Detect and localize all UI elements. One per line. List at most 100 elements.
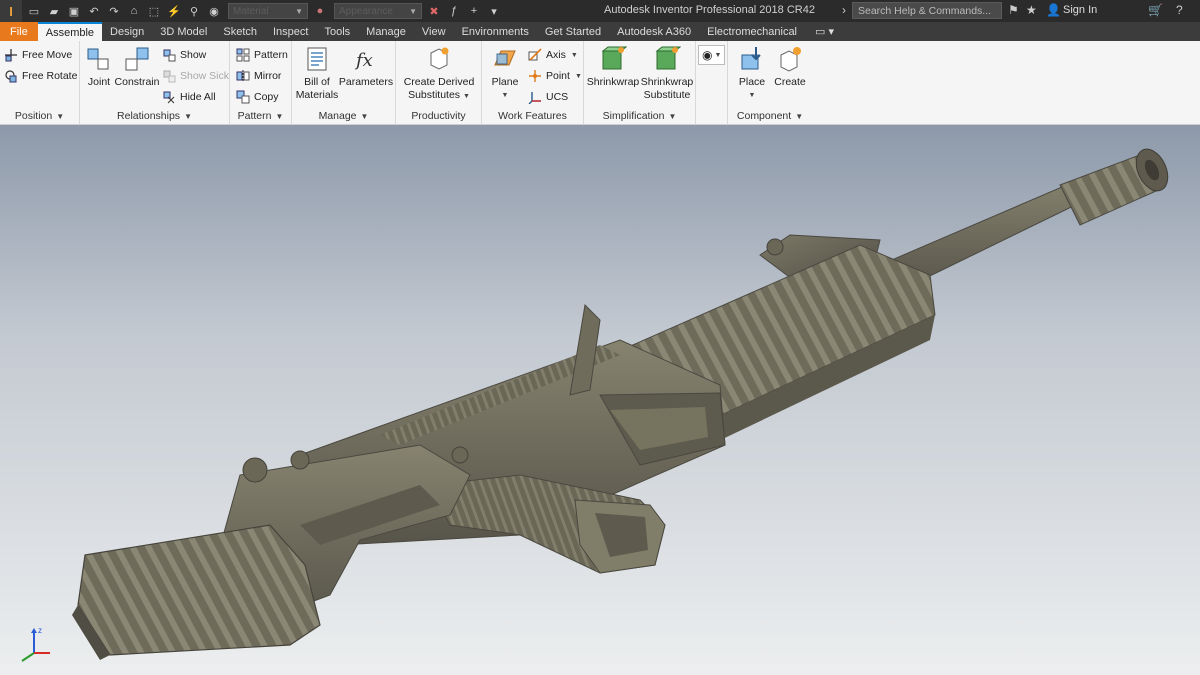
mirror-button[interactable]: Mirror bbox=[236, 66, 281, 86]
rifle-assembly-model[interactable] bbox=[0, 125, 1200, 675]
show-icon bbox=[163, 49, 176, 62]
panel-relationships: Joint Constrain Show Show Sick Hide All … bbox=[80, 41, 230, 125]
panel-title-position-text: Position bbox=[14, 110, 53, 122]
mirror-label: Mirror bbox=[254, 70, 282, 82]
bill-of-materials-icon bbox=[307, 47, 327, 71]
show-button[interactable]: Show bbox=[162, 45, 206, 65]
favorites-star-icon[interactable]: ★ bbox=[1026, 3, 1037, 17]
sws-label-line1: Shrinkwrap bbox=[640, 76, 694, 88]
chevron-down-icon: ▼ bbox=[360, 112, 369, 121]
free-rotate-button[interactable]: Free Rotate bbox=[4, 66, 77, 86]
axis-button[interactable]: Axis ▼ bbox=[528, 45, 578, 65]
bill-of-materials-button[interactable]: Bill of Materials bbox=[295, 45, 339, 102]
plus-icon[interactable]: + bbox=[466, 3, 482, 19]
panel-position: Free Move Free Rotate Position ▼ bbox=[0, 41, 80, 125]
constrain-button[interactable]: Constrain bbox=[114, 45, 160, 89]
panel-title-component[interactable]: Component ▼ bbox=[728, 110, 812, 124]
tab-get-started[interactable]: Get Started bbox=[537, 22, 609, 41]
chevron-down-icon: ▼ bbox=[795, 112, 804, 121]
show-sick-button[interactable]: Show Sick bbox=[162, 66, 229, 86]
adjust-icon[interactable]: ƒ bbox=[446, 3, 462, 19]
pattern-icon bbox=[236, 48, 250, 62]
mirror-icon bbox=[236, 70, 250, 82]
chevron-down-icon: ▼ bbox=[462, 93, 470, 100]
measure-icon[interactable]: ⚲ bbox=[186, 3, 202, 19]
graphics-viewport[interactable]: z bbox=[0, 125, 1200, 675]
tab-3d-model[interactable]: 3D Model bbox=[152, 22, 215, 41]
appearance-combo[interactable]: Appearance ▼ bbox=[334, 3, 422, 19]
tab-file[interactable]: File bbox=[0, 22, 38, 41]
tab-inspect[interactable]: Inspect bbox=[265, 22, 316, 41]
tab-electromechanical[interactable]: Electromechanical bbox=[699, 22, 805, 41]
chevron-down-icon: ▼ bbox=[570, 51, 578, 59]
hide-all-button[interactable]: Hide All bbox=[162, 87, 216, 107]
collapsed-panel-button[interactable]: ◉ ▼ bbox=[698, 45, 726, 65]
ucs-icon bbox=[528, 92, 541, 104]
search-expand-icon[interactable]: › bbox=[842, 3, 846, 17]
tab-assemble[interactable]: Assemble bbox=[37, 22, 103, 41]
update-icon[interactable]: ⚡ bbox=[166, 3, 182, 19]
panel-title-pattern[interactable]: Pattern ▼ bbox=[230, 110, 291, 124]
ribbon-options-icon[interactable]: ▭ ▾ bbox=[815, 22, 834, 41]
cart-icon[interactable]: 🛒 bbox=[1148, 3, 1163, 17]
create-derived-substitutes-icon bbox=[430, 47, 449, 70]
panel-title-work-features: Work Features bbox=[498, 110, 567, 122]
joint-icon bbox=[87, 48, 109, 70]
clear-appearance-icon[interactable]: ✖ bbox=[426, 3, 442, 19]
create-component-button[interactable]: Create bbox=[772, 45, 808, 89]
place-button[interactable]: Place ▼ bbox=[734, 45, 770, 102]
sign-in-link[interactable]: Sign In bbox=[1063, 4, 1097, 16]
cds-label-line2: Substitutes bbox=[408, 89, 461, 101]
panel-title-manage[interactable]: Manage ▼ bbox=[292, 110, 395, 124]
free-move-button[interactable]: Free Move bbox=[4, 45, 72, 65]
search-input[interactable] bbox=[852, 2, 1002, 19]
undo-icon[interactable]: ↶ bbox=[86, 3, 102, 19]
copy-button[interactable]: Copy bbox=[236, 87, 279, 107]
shrinkwrap-label: Shrinkwrap bbox=[586, 76, 640, 88]
plane-label: Plane bbox=[491, 76, 519, 88]
svg-text:fx: fx bbox=[354, 50, 373, 71]
panel-title-simplification-text: Simplification bbox=[602, 110, 665, 122]
joint-label: Joint bbox=[87, 76, 111, 88]
show-label: Show bbox=[180, 49, 207, 61]
shrinkwrap-button[interactable]: Shrinkwrap bbox=[587, 45, 639, 89]
plane-button[interactable]: Plane ▼ bbox=[488, 45, 522, 102]
save-icon[interactable]: ▣ bbox=[66, 3, 82, 19]
communicate-icon[interactable]: ⚑ bbox=[1008, 3, 1019, 17]
tab-tools[interactable]: Tools bbox=[316, 22, 358, 41]
point-button[interactable]: Point ▼ bbox=[528, 66, 582, 86]
panel-title-manage-text: Manage bbox=[318, 110, 357, 122]
home-icon[interactable]: ⌂ bbox=[126, 3, 142, 19]
material-combo[interactable]: Material ▼ bbox=[228, 3, 308, 19]
parameters-button[interactable]: fx Parameters bbox=[339, 45, 393, 89]
panel-title-simplification[interactable]: Simplification ▼ bbox=[584, 110, 695, 124]
panel-title-position[interactable]: Position ▼ bbox=[0, 110, 79, 124]
ucs-button[interactable]: UCS bbox=[528, 87, 568, 107]
appearance-ball-icon[interactable]: ● bbox=[312, 3, 328, 19]
user-icon[interactable]: 👤 bbox=[1046, 3, 1061, 17]
tab-view[interactable]: View bbox=[414, 22, 454, 41]
redo-icon[interactable]: ↷ bbox=[106, 3, 122, 19]
tab-autodesk-a360[interactable]: Autodesk A360 bbox=[609, 22, 699, 41]
place-label: Place bbox=[738, 76, 766, 88]
help-icon[interactable]: ? bbox=[1176, 3, 1183, 17]
select-icon[interactable]: ⬚ bbox=[146, 3, 162, 19]
pattern-button[interactable]: Pattern bbox=[236, 45, 288, 65]
tab-design[interactable]: Design bbox=[102, 22, 152, 41]
create-derived-substitutes-button[interactable]: Create Derived Substitutes ▼ bbox=[400, 45, 478, 103]
material-combo-text: Material bbox=[233, 5, 269, 17]
open-folder-icon[interactable]: ▰ bbox=[46, 3, 62, 19]
customize-icon[interactable]: ▾ bbox=[486, 3, 502, 19]
panel-title-relationships[interactable]: Relationships ▼ bbox=[80, 110, 229, 124]
tab-sketch[interactable]: Sketch bbox=[215, 22, 265, 41]
new-file-icon[interactable]: ▭ bbox=[26, 3, 42, 19]
tab-environments[interactable]: Environments bbox=[454, 22, 537, 41]
panel-title-relationships-text: Relationships bbox=[117, 110, 181, 122]
joint-button[interactable]: Joint bbox=[84, 45, 114, 89]
app-logo-icon[interactable]: I bbox=[0, 0, 22, 22]
tab-manage[interactable]: Manage bbox=[358, 22, 414, 41]
constrain-label: Constrain bbox=[114, 76, 160, 88]
properties-icon[interactable]: ◉ bbox=[206, 3, 222, 19]
shrinkwrap-substitute-button[interactable]: Shrinkwrap Substitute bbox=[640, 45, 694, 102]
plane-icon bbox=[494, 50, 516, 66]
